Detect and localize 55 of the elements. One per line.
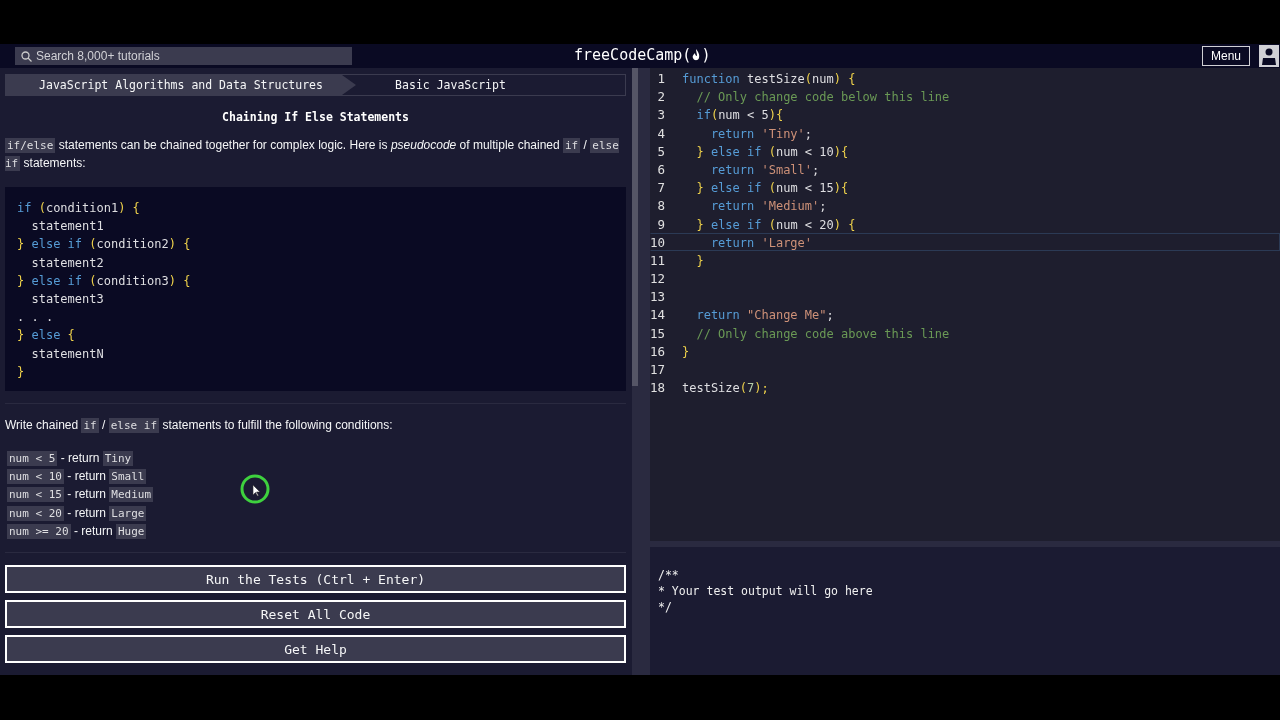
condition-item: num < 10 - return Small [6,468,148,486]
breadcrumb-link[interactable]: Basic JavaScript [356,75,625,95]
line-number: 14 [650,306,665,323]
line-number: 5 [656,142,665,159]
code-line: } [695,252,704,269]
condition-item: num < 5 - return Tiny [6,449,135,468]
line-number: 4 [656,124,665,141]
line-number: 3 [656,106,665,123]
code-line: return 'Large' [709,234,813,250]
scrollbar[interactable] [632,68,638,386]
cursor-icon [239,473,271,505]
line-number: 9 [656,215,665,232]
code-line: return "Change Me"; [695,307,834,323]
condition-item: num >= 20 - return Huge [6,523,148,541]
line-number: 1 [656,70,665,87]
line-number: 18 [650,379,665,396]
help-button[interactable]: Get Help [5,635,626,664]
lesson-paragraph: if/else statements can be chained together for complex logic. Here is pseudocode of multiple chained if / else if statements: [5,137,620,172]
line-number: 12 [650,270,665,287]
code-line: return 'Medium'; [709,198,827,214]
line-number: 17 [650,361,665,378]
code-line: function testSize(num) { [682,71,856,87]
search-field[interactable]: Search 8,000+ tutorials [15,47,352,65]
code-block: if (condition1) { statement1 } else if (condition2) { statement2 } else if (condition3) { statement3 . . . } else { statementN } [5,187,626,391]
line-number: 2 [656,88,665,105]
line-number: 7 [656,179,665,196]
code-line: } else if (num < 20) { [695,216,856,232]
logo-text[interactable]: freeCodeCamp( [574,46,692,64]
line-number: 8 [656,197,665,214]
code-line: testSize(7); [682,380,769,396]
condition-item: num < 15 - return Medium [6,486,155,504]
lesson-title: Chaining If Else Statements [221,110,410,124]
code-line: } else if (num < 15){ [695,180,849,196]
code-line: } else if (num < 10){ [695,143,849,159]
menu-button[interactable]: Menu [1201,46,1250,66]
line-number: 15 [650,324,665,341]
reset-button[interactable]: Reset All Code [5,600,626,629]
avatar-icon[interactable] [1259,45,1279,67]
line-number: 10 [650,233,665,250]
code-line: } [682,343,690,359]
line-number: 16 [650,342,665,359]
logo-text[interactable]: ) [701,46,711,64]
flame-icon [691,48,702,62]
breadcrumb-link[interactable]: JavaScript Algorithms and Data Structures [6,75,356,95]
code-line: return 'Tiny'; [709,125,813,141]
code-line: // Only change code above this line [695,325,950,341]
condition-item: num < 20 - return Large [6,504,148,523]
line-number: 6 [656,160,665,178]
line-number: 13 [650,288,665,305]
task-paragraph: Write chained if / else if statements to fulfill the following conditions: [5,416,394,434]
code-line: if(num < 5){ [695,107,784,123]
code-line: return 'Small'; [709,161,820,178]
line-number: 11 [650,251,665,269]
run-tests-button[interactable]: Run the Tests (Ctrl + Enter) [5,565,626,594]
code-line: // Only change code below this line [695,89,950,105]
